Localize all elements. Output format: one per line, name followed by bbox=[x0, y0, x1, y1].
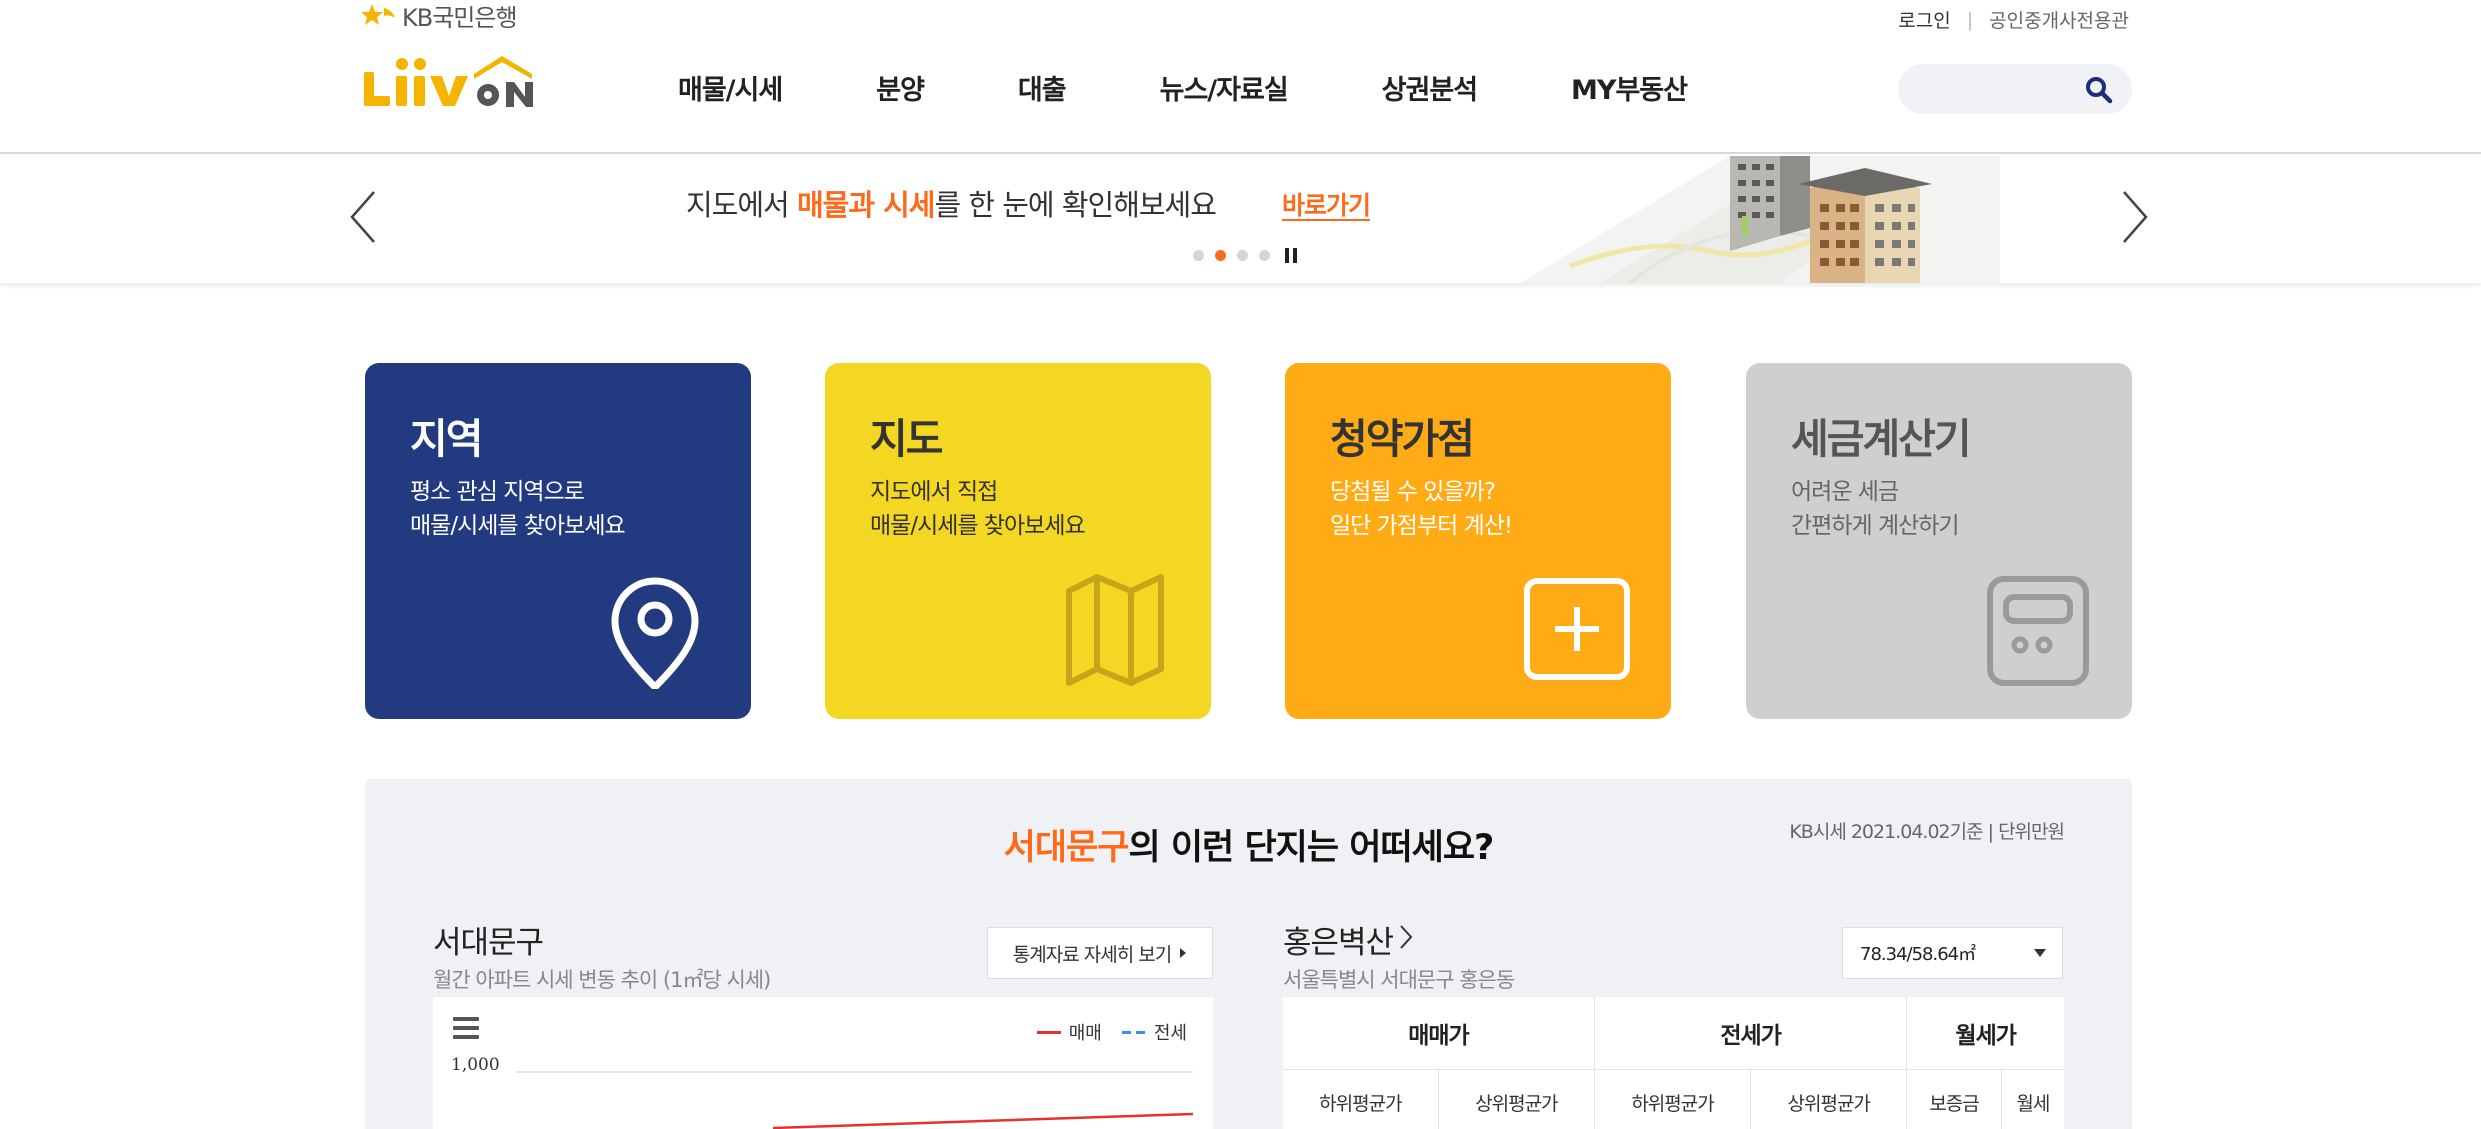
banner-pagination bbox=[1193, 248, 1297, 263]
card-subscription-desc-line2: 일단 가점부터 계산! bbox=[1330, 513, 1513, 539]
search-box bbox=[1898, 64, 2132, 114]
apartment-illustration bbox=[1480, 156, 2000, 283]
card-subscription-desc-line1: 당첨될 수 있을까? bbox=[1330, 479, 1496, 505]
banner-dot-3[interactable] bbox=[1237, 250, 1248, 261]
area-size-select[interactable]: 78.34/58.64㎡ bbox=[1842, 927, 2063, 979]
card-tax-title: 세금계산기 bbox=[1791, 415, 1972, 463]
search-icon[interactable] bbox=[2084, 75, 2114, 105]
banner-text-before: 지도에서 bbox=[686, 188, 797, 222]
subheader-cell: 상위평균가 bbox=[1750, 1069, 1908, 1129]
banner-message: 지도에서 매물과 시세를 한 눈에 확인해보세요 bbox=[686, 182, 1217, 224]
banner-go-link[interactable]: 바로가기 bbox=[1282, 186, 1371, 222]
subheader-cell: 하위평균가 bbox=[1283, 1069, 1439, 1129]
login-link[interactable]: 로그인 bbox=[1898, 6, 1950, 33]
card-region-desc-line1: 평소 관심 지역으로 bbox=[410, 479, 585, 505]
card-tax-desc: 어려운 세금 간편하게 계산하기 bbox=[1791, 475, 1960, 543]
nav-item-presale[interactable]: 분양 bbox=[876, 68, 925, 107]
col-jeonse-price: 전세가 bbox=[1594, 997, 1908, 1070]
section-title-rest: 의 이런 단지는 어떠세요? bbox=[1128, 828, 1494, 868]
table-header-row: 매매가 전세가 월세가 bbox=[1283, 997, 2064, 1070]
card-map-title: 지도 bbox=[870, 415, 943, 463]
banner-dot-2[interactable] bbox=[1215, 250, 1226, 261]
area-size-value: 78.34/58.64㎡ bbox=[1860, 944, 1976, 965]
table-subheader-row: 하위평균가 상위평균가 하위평균가 상위평균가 보증금 월세 bbox=[1283, 1069, 2064, 1129]
map-icon bbox=[1059, 569, 1171, 689]
price-basis-note: KB시세 2021.04.02기준 | 단위만원 bbox=[1789, 821, 2065, 843]
subheader-cell: 상위평균가 bbox=[1438, 1069, 1595, 1129]
price-table: 매매가 전세가 월세가 하위평균가 상위평균가 하위평균가 상위평균가 보증금 … bbox=[1283, 997, 2064, 1129]
complex-name: 홍은벽산 bbox=[1283, 925, 1394, 961]
calculator-icon bbox=[1980, 569, 2092, 689]
location-pin-icon bbox=[599, 569, 711, 691]
chart-plot-area: 1,000 bbox=[451, 1055, 1194, 1129]
chevron-right-icon bbox=[1179, 942, 1187, 964]
card-subscription-title: 청약가점 bbox=[1330, 415, 1475, 463]
card-map-desc-line2: 매물/시세를 찾아보세요 bbox=[870, 513, 1086, 539]
nav-item-my-realestate[interactable]: MY부동산 bbox=[1571, 68, 1688, 107]
section-title-region: 서대문구 bbox=[1003, 828, 1130, 868]
banner-pause-icon[interactable] bbox=[1285, 248, 1297, 263]
statistics-detail-label: 통계자료 자세히 보기 bbox=[1012, 943, 1172, 966]
chevron-right-icon bbox=[1399, 922, 1413, 958]
promo-banner: 지도에서 매물과 시세를 한 눈에 확인해보세요 바로가기 bbox=[0, 156, 2481, 283]
subheader-cell: 월세 bbox=[2016, 1092, 2050, 1115]
banner-prev-arrow-icon[interactable] bbox=[348, 190, 378, 244]
search-input[interactable] bbox=[1920, 72, 2070, 106]
card-tax-desc-line1: 어려운 세금 bbox=[1791, 479, 1899, 505]
banner-dot-4[interactable] bbox=[1259, 250, 1270, 261]
site-header: KB국민은행 로그인 | 공인중개사전용관 매물/시세 분양 대출 뉴스/자료실… bbox=[0, 0, 2481, 154]
complex-recommendation-section: 서대문구의 이런 단지는 어떠세요? KB시세 2021.04.02기준 | 단… bbox=[365, 779, 2132, 1129]
nav-item-news[interactable]: 뉴스/자료실 bbox=[1160, 68, 1289, 107]
nav-item-commercial[interactable]: 상권분석 bbox=[1382, 68, 1478, 107]
card-region[interactable]: 지역 평소 관심 지역으로 매물/시세를 찾아보세요 bbox=[365, 363, 751, 719]
col-monthly-rent: 월세가 bbox=[1906, 997, 2064, 1070]
card-subscription-desc: 당첨될 수 있을까? 일단 가점부터 계산! bbox=[1330, 475, 1513, 543]
banner-next-arrow-icon[interactable] bbox=[2120, 190, 2150, 244]
region-trend-panel: 서대문구 월간 아파트 시세 변동 추이 (1㎡당 시세) 통계자료 자세히 보… bbox=[433, 917, 1213, 994]
y-tick-label: 1,000 bbox=[451, 1055, 500, 1075]
subheader-cell: 보증금 bbox=[1906, 1069, 2002, 1129]
nav-item-loan[interactable]: 대출 bbox=[1018, 68, 1067, 107]
card-region-title: 지역 bbox=[410, 415, 483, 463]
complex-price-panel: 홍은벽산 서울특별시 서대문구 홍은동 78.34/58.64㎡ 매매가 전세가… bbox=[1283, 917, 2064, 1129]
kb-star-icon bbox=[361, 2, 396, 28]
kb-bank-name: KB국민은행 bbox=[402, 3, 518, 32]
card-tax-calculator[interactable]: 세금계산기 어려운 세금 간편하게 계산하기 bbox=[1746, 363, 2132, 719]
series-line-sale bbox=[772, 1112, 1194, 1129]
liiv-on-logo[interactable] bbox=[362, 52, 547, 112]
card-map[interactable]: 지도 지도에서 직접 매물/시세를 찾아보세요 bbox=[825, 363, 1211, 719]
price-trend-chart: 매매 전세 1,000 bbox=[433, 997, 1213, 1129]
banner-text-highlight: 매물과 시세 bbox=[796, 188, 935, 222]
top-utility-links: 로그인 | 공인중개사전용관 bbox=[1898, 6, 2129, 33]
banner-text-after: 를 한 눈에 확인해보세요 bbox=[934, 188, 1216, 222]
agent-portal-link[interactable]: 공인중개사전용관 bbox=[1989, 6, 2129, 33]
subheader-cell: 하위평균가 bbox=[1594, 1069, 1752, 1129]
banner-dot-1[interactable] bbox=[1193, 250, 1204, 261]
card-tax-desc-line2: 간편하게 계산하기 bbox=[1791, 513, 1960, 539]
chevron-down-icon bbox=[2034, 949, 2046, 957]
card-region-desc: 평소 관심 지역으로 매물/시세를 찾아보세요 bbox=[410, 475, 626, 543]
statistics-detail-button[interactable]: 통계자료 자세히 보기 bbox=[987, 927, 1213, 979]
plus-square-icon bbox=[1519, 569, 1631, 689]
card-subscription-score[interactable]: 청약가점 당첨될 수 있을까? 일단 가점부터 계산! bbox=[1285, 363, 1671, 719]
main-nav: 매물/시세 분양 대출 뉴스/자료실 상권분석 MY부동산 bbox=[678, 68, 1781, 107]
card-map-desc-line1: 지도에서 직접 bbox=[870, 479, 998, 505]
nav-item-listings[interactable]: 매물/시세 bbox=[678, 68, 783, 107]
link-divider: | bbox=[1966, 8, 1974, 31]
col-sale-price: 매매가 bbox=[1283, 997, 1595, 1070]
kb-bank-logo[interactable]: KB국민은행 bbox=[361, 0, 518, 32]
card-region-desc-line2: 매물/시세를 찾아보세요 bbox=[410, 513, 626, 539]
card-map-desc: 지도에서 직접 매물/시세를 찾아보세요 bbox=[870, 475, 1086, 543]
